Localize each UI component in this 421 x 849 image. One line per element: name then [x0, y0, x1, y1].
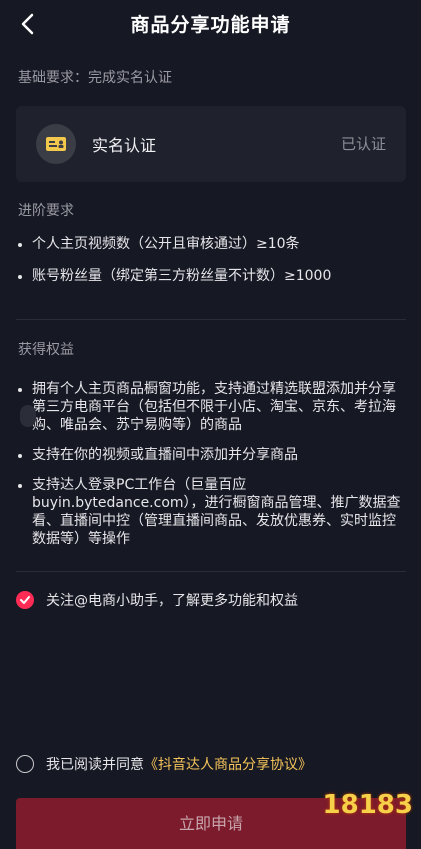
- list-item: 拥有个人主页商品橱窗功能，支持通过精选联盟添加并分享第三方电商平台（包括但不限于…: [18, 380, 408, 434]
- follow-label: 关注@电商小助手，了解更多功能和权益: [46, 593, 298, 609]
- list-item: 支持在你的视频或直播间中添加并分享商品: [18, 446, 408, 464]
- card-label: 实名认证: [92, 136, 157, 155]
- id-card-icon: [36, 124, 76, 164]
- advanced-requirement-label: 进阶要求: [18, 203, 74, 219]
- verified-status: 已认证: [340, 135, 386, 153]
- unchecked-circle-icon[interactable]: [16, 755, 34, 773]
- benefits-list: 拥有个人主页商品橱窗功能，支持通过精选联盟添加并分享第三方电商平台（包括但不限于…: [18, 380, 408, 548]
- list-item: 个人主页视频数（公开且审核通过）≥10条: [18, 235, 408, 253]
- benefits-label: 获得权益: [18, 342, 74, 358]
- floating-handle[interactable]: [20, 405, 36, 427]
- page-title: 商品分享功能申请: [130, 14, 291, 36]
- follow-checkbox-row[interactable]: 关注@电商小助手，了解更多功能和权益: [16, 590, 298, 610]
- list-item: 支持达人登录PC工作台（巨量百应buyin.bytedance.com），进行橱…: [18, 476, 408, 548]
- list-item: 账号粉丝量（绑定第三方粉丝量不计数）≥1000: [18, 267, 408, 285]
- watermark-logo: 18183: [322, 790, 413, 820]
- advanced-list: 个人主页视频数（公开且审核通过）≥10条 账号粉丝量（绑定第三方粉丝量不计数）≥…: [18, 235, 408, 285]
- checked-icon[interactable]: [16, 591, 34, 609]
- real-name-card[interactable]: 实名认证 已认证: [16, 106, 406, 182]
- agreement-checkbox-row[interactable]: 我已阅读并同意 《抖音达人商品分享协议》: [16, 754, 312, 774]
- header-bar: 商品分享功能申请: [0, 0, 421, 48]
- divider: [16, 319, 406, 320]
- basic-requirement-label: 基础要求：完成实名认证: [18, 70, 172, 86]
- agreement-link[interactable]: 《抖音达人商品分享协议》: [144, 754, 312, 774]
- agreement-prefix: 我已阅读并同意: [46, 757, 144, 773]
- divider: [16, 571, 406, 572]
